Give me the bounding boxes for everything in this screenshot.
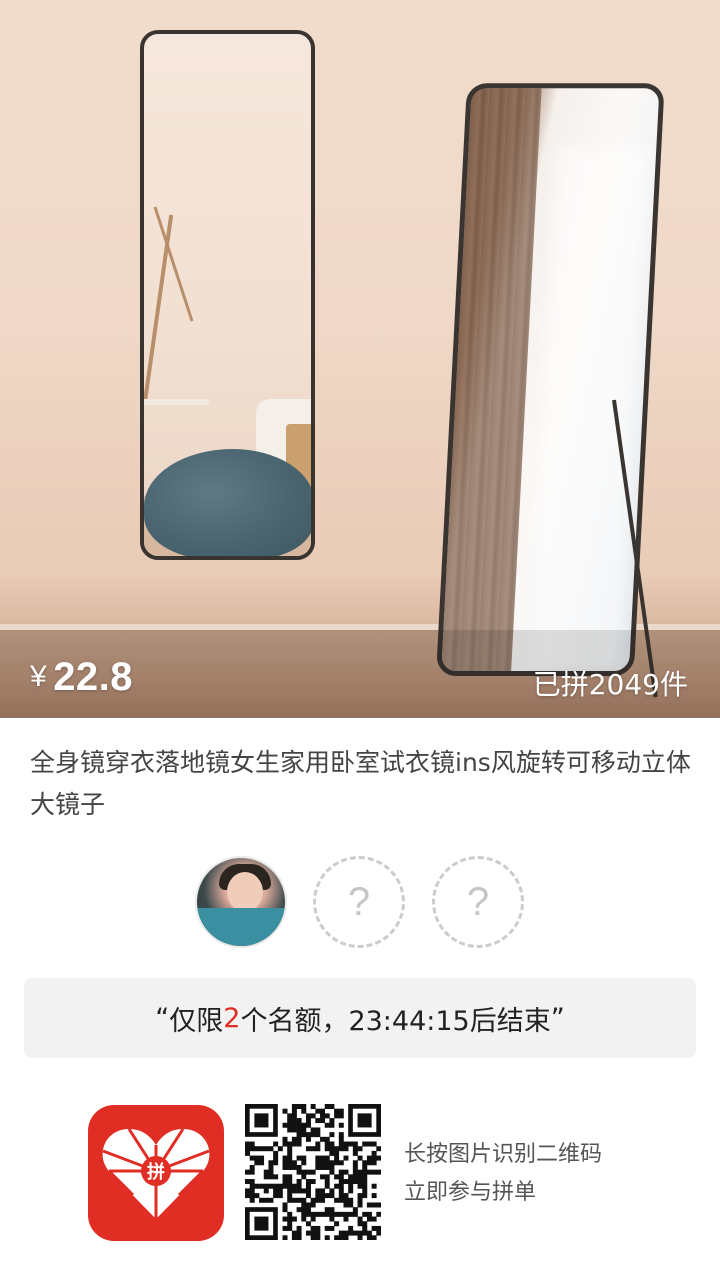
reflected-curtain — [441, 88, 542, 671]
floor-mirror — [436, 83, 665, 677]
avatar-face — [227, 872, 263, 912]
question-mark-icon: ? — [347, 879, 371, 924]
quote-open: “ — [155, 1002, 170, 1034]
logo-char: 拼 — [147, 1161, 165, 1183]
empty-slot: ? — [313, 856, 405, 948]
qr-code-icon — [245, 1104, 382, 1241]
avatar-shirt — [197, 908, 285, 946]
banner-prefix: 仅限 — [169, 1005, 224, 1037]
wall-mirror — [140, 30, 315, 560]
branch-decoration — [144, 214, 174, 404]
quote-close: ” — [550, 1002, 565, 1034]
qr-instruction-line1: 长按图片识别二维码 — [404, 1142, 603, 1167]
pinduoduo-logo: 拼 — [88, 1105, 224, 1241]
question-mark-icon: ? — [466, 879, 490, 924]
heart-logo-icon: 拼 — [102, 1128, 210, 1219]
price-value: 22.8 — [53, 655, 134, 699]
price-label: ¥22.8 — [30, 655, 133, 700]
banner-suffix: 个名额，23:44:15后结束 — [240, 1005, 551, 1037]
qr-instructions: 长按图片识别二维码 立即参与拼单 — [404, 1136, 602, 1212]
remaining-slots-count: 2 — [223, 1002, 241, 1034]
empty-slot: ? — [432, 856, 524, 948]
qr-instruction-line2: 立即参与拼单 — [404, 1180, 537, 1205]
reflected-beanbag — [144, 449, 311, 556]
avatar — [195, 856, 287, 948]
qr-code[interactable] — [245, 1104, 382, 1241]
group-members: ? ? — [0, 856, 720, 950]
sold-count: 已拼2049件 — [532, 668, 688, 701]
currency-symbol: ¥ — [30, 660, 48, 693]
countdown-banner: “仅限 2 个名额，23:44:15后结束” — [24, 978, 696, 1058]
product-title: 全身镜穿衣落地镜女生家用卧室试衣镜ins风旋转可移动立体大镜子 — [30, 748, 691, 819]
window-glow — [531, 148, 649, 669]
product-image[interactable]: ¥22.8 已拼2049件 — [0, 0, 720, 718]
side-table — [144, 399, 209, 405]
